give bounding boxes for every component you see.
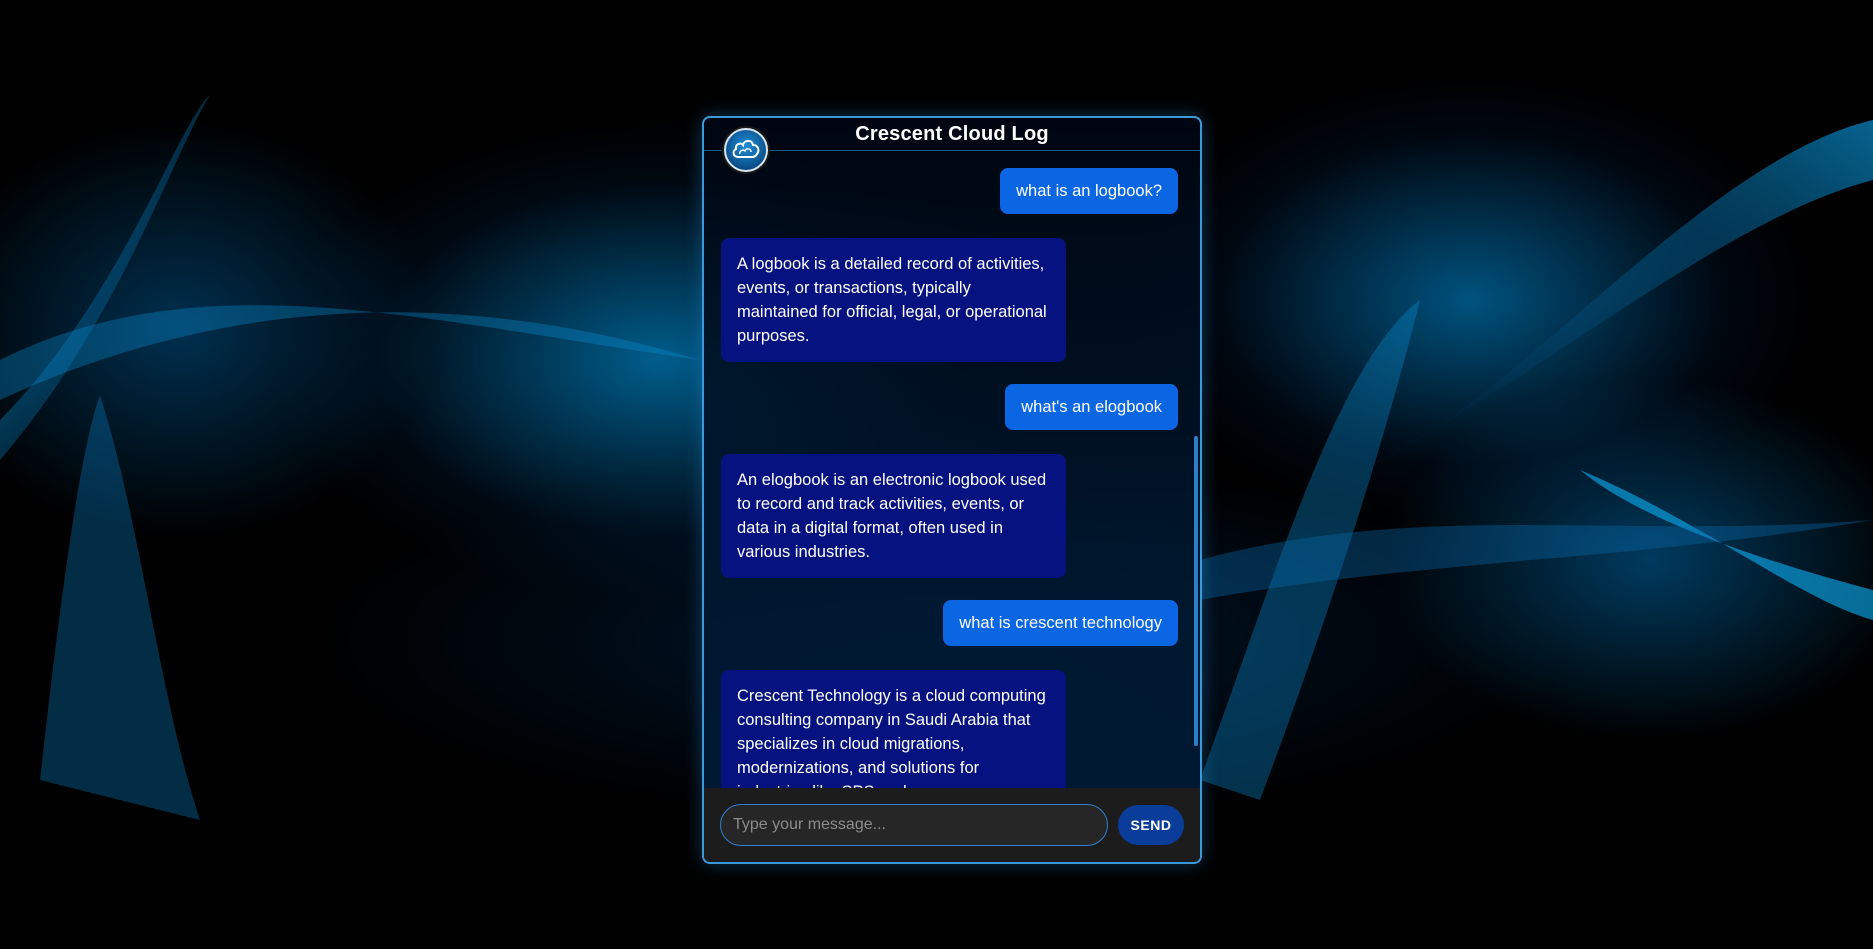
bot-message: A logbook is a detailed record of activi… <box>721 238 1066 362</box>
user-message: what's an elogbook <box>1005 384 1178 430</box>
user-message: what is an logbook? <box>1000 168 1178 214</box>
chat-header: Crescent Cloud Log <box>704 118 1200 151</box>
message-input[interactable] <box>720 804 1108 846</box>
message-scrollbar[interactable] <box>1194 436 1198 746</box>
user-message: what is crescent technology <box>943 600 1178 646</box>
bot-avatar <box>724 128 768 172</box>
page-background: Crescent Cloud Log what is an logbook? A… <box>0 0 1873 949</box>
chat-window: Crescent Cloud Log what is an logbook? A… <box>702 116 1202 864</box>
bot-message: Crescent Technology is a cloud computing… <box>721 670 1066 788</box>
send-button[interactable]: SEND <box>1118 805 1184 845</box>
message-list[interactable]: what is an logbook? A logbook is a detai… <box>704 162 1200 788</box>
bot-message: An elogbook is an electronic logbook use… <box>721 454 1066 578</box>
message-composer: SEND <box>704 788 1200 862</box>
cloud-icon <box>732 139 760 158</box>
chat-title: Crescent Cloud Log <box>855 123 1049 145</box>
